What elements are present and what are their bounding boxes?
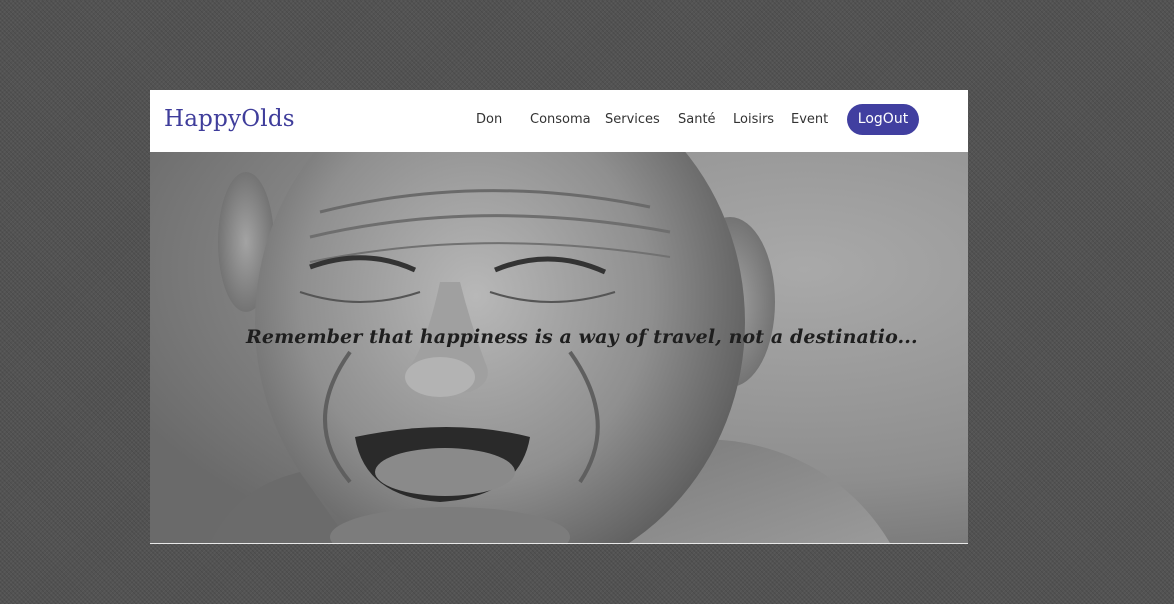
page-frame: HappyOlds Don Consoma Services Santé Loi… <box>150 90 968 544</box>
nav-item-don[interactable]: Don <box>476 112 502 127</box>
nav-item-consoma[interactable]: Consoma <box>530 112 591 127</box>
nav-item-loisirs[interactable]: Loisirs <box>733 112 774 127</box>
hero-banner: Remember that happiness is a way of trav… <box>150 152 968 543</box>
nav-item-services[interactable]: Services <box>605 112 660 127</box>
nav-item-event[interactable]: Event <box>791 112 828 127</box>
hero-quote: Remember that happiness is a way of trav… <box>246 326 918 348</box>
nav-item-sante[interactable]: Santé <box>678 112 716 127</box>
divider <box>150 543 968 544</box>
brand-logo[interactable]: HappyOlds <box>164 106 295 132</box>
top-navbar: HappyOlds Don Consoma Services Santé Loi… <box>150 90 968 152</box>
logout-button[interactable]: LogOut <box>847 104 919 135</box>
